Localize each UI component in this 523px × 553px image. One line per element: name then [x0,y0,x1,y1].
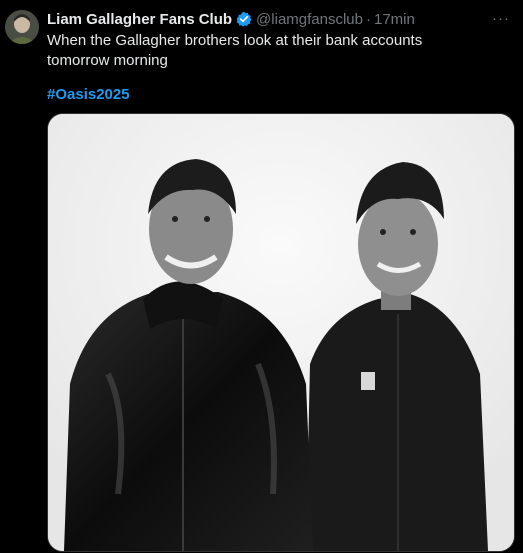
avatar[interactable] [5,10,39,44]
separator: · [366,10,371,28]
photo-image [48,114,514,551]
timestamp[interactable]: 17min [374,11,415,28]
tweet-header: Liam Gallagher Fans Club @liamgfansclub … [47,9,493,29]
tweet[interactable]: Liam Gallagher Fans Club @liamgfansclub … [0,0,523,553]
hashtag-link[interactable]: #Oasis2025 [47,85,130,105]
verified-badge-icon [236,11,252,27]
tweet-photo[interactable] [47,113,515,552]
tweet-text: When the Gallagher brothers look at thei… [47,32,423,69]
author-handle[interactable]: @liamgfansclub [256,11,363,28]
more-options-icon[interactable]: ··· [491,10,511,27]
author-name[interactable]: Liam Gallagher Fans Club [47,11,232,28]
